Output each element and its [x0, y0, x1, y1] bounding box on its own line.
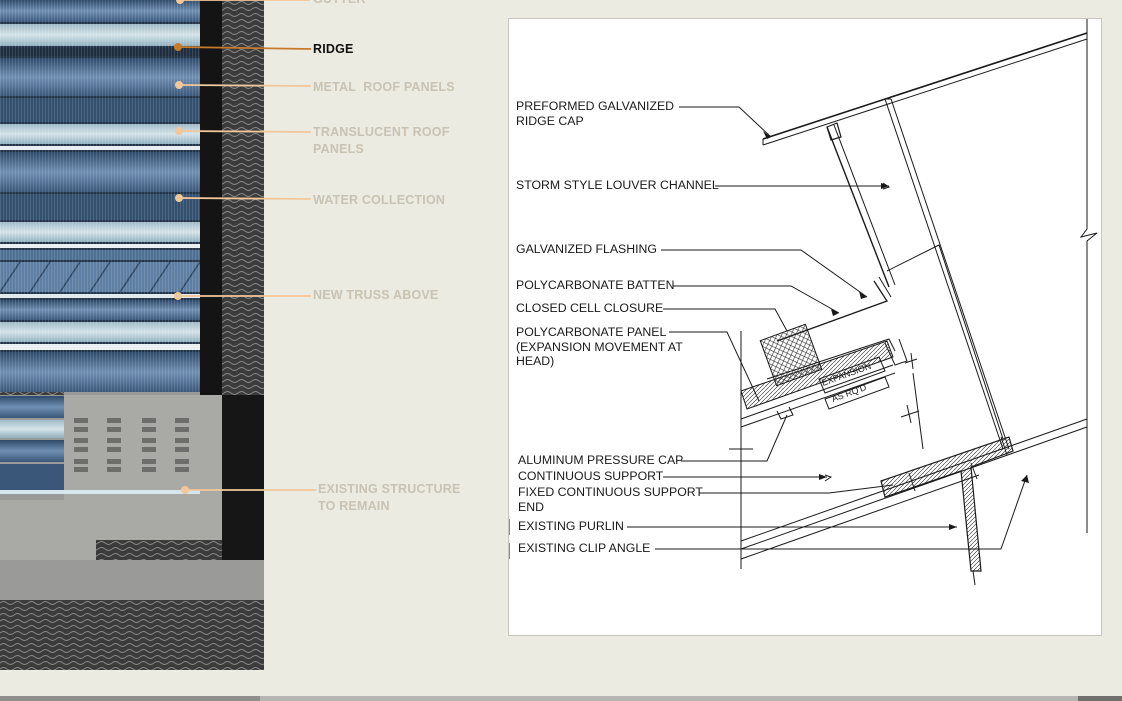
label-closed-cell-closure: CLOSED CELL CLOSURE [516, 301, 664, 315]
leader-dot-water [175, 194, 183, 202]
ridge-section-detail: EXPANSION AS RQ'D PREFORMED GALVANIZED R… [508, 18, 1102, 636]
label-existing-purlin: EXISTING PURLIN [518, 519, 624, 533]
leader-dot-ridge [174, 43, 182, 51]
leader-dot-truss [174, 292, 182, 300]
bottom-scrollbar[interactable] [0, 696, 1122, 701]
callout-gutter: GUTTER [313, 0, 366, 8]
callout-existing-structure: EXISTING STRUCTURE TO REMAIN [318, 482, 461, 513]
label-polycarbonate-panel: POLYCARBONATE PANEL (EXPANSION MOVEMENT … [516, 325, 683, 368]
callout-water-collection: WATER COLLECTION [313, 193, 446, 207]
leader-line-water [178, 197, 312, 200]
scroll-segment [0, 696, 260, 701]
leader-line-ridge [177, 46, 312, 50]
callout-translucent-roof-panels: TRANSLUCENT ROOF PANELS [313, 125, 450, 156]
label-polycarbonate-batten: POLYCARBONATE BATTEN [516, 278, 675, 292]
label-fixed-continuous-support: FIXED CONTINUOUS SUPPORT END [518, 485, 703, 514]
callout-ridge: RIDGE [313, 42, 354, 56]
leader-dot-gutter [176, 0, 184, 4]
callout-new-truss-above: NEW TRUSS ABOVE [313, 288, 439, 302]
leader-dot-translucent [175, 127, 183, 135]
scroll-segment [1078, 696, 1122, 701]
label-continuous-support: CONTINUOUS SUPPORT [518, 469, 664, 483]
label-louver-channel: STORM STYLE LOUVER CHANNEL [516, 178, 719, 192]
leader-line-metal [178, 84, 312, 87]
label-ridge-cap: PREFORMED GALVANIZED RIDGE CAP [516, 99, 675, 128]
leader-dot-metal [175, 81, 183, 89]
leader-line-translucent [178, 130, 312, 133]
leader-dot-existing [181, 486, 189, 494]
callout-metal-roof-panels: METAL ROOF PANELS [313, 80, 455, 94]
label-pressure-cap: ALUMINUM PRESSURE CAP [518, 453, 684, 467]
label-galvanized-flashing: GALVANIZED FLASHING [516, 242, 657, 256]
callout-leaders [174, 0, 316, 494]
label-existing-clip-angle: EXISTING CLIP ANGLE [518, 541, 651, 555]
